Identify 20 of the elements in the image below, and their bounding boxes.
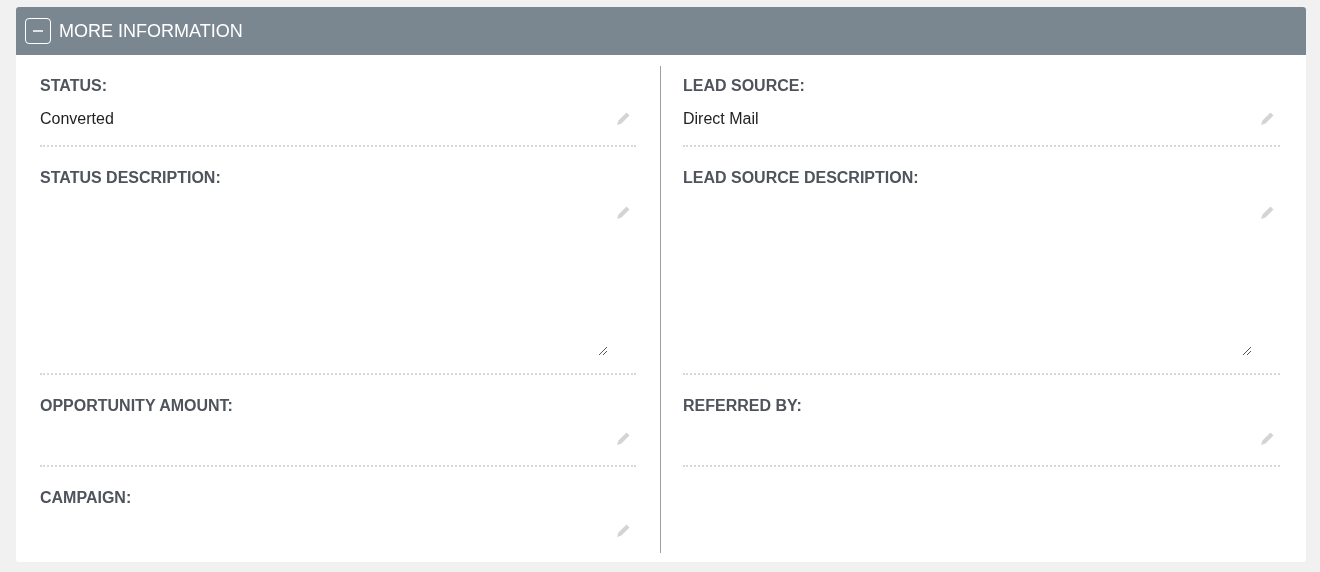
resize-handle-icon[interactable] bbox=[598, 346, 608, 356]
pencil-icon[interactable] bbox=[615, 204, 632, 221]
field-label: REFERRED BY: bbox=[683, 396, 803, 416]
pencil-icon[interactable] bbox=[615, 430, 632, 447]
field-value: Converted bbox=[40, 110, 114, 128]
panel-title: MORE INFORMATION bbox=[59, 20, 243, 42]
pencil-icon[interactable] bbox=[1259, 110, 1276, 127]
field-label: CAMPAIGN: bbox=[40, 488, 133, 508]
field-label: LEAD SOURCE: bbox=[683, 76, 806, 96]
pencil-icon[interactable] bbox=[615, 110, 632, 127]
field-value: Direct Mail bbox=[683, 110, 759, 128]
pencil-icon[interactable] bbox=[1259, 430, 1276, 447]
resize-handle-icon[interactable] bbox=[1242, 346, 1252, 356]
field-label: STATUS: bbox=[40, 76, 108, 96]
collapse-button[interactable] bbox=[25, 18, 51, 44]
pencil-icon[interactable] bbox=[615, 522, 632, 539]
field-label: LEAD SOURCE DESCRIPTION: bbox=[683, 168, 920, 188]
field-label: OPPORTUNITY AMOUNT: bbox=[40, 396, 234, 416]
pencil-icon[interactable] bbox=[1259, 204, 1276, 221]
field-label: STATUS DESCRIPTION: bbox=[40, 168, 222, 188]
